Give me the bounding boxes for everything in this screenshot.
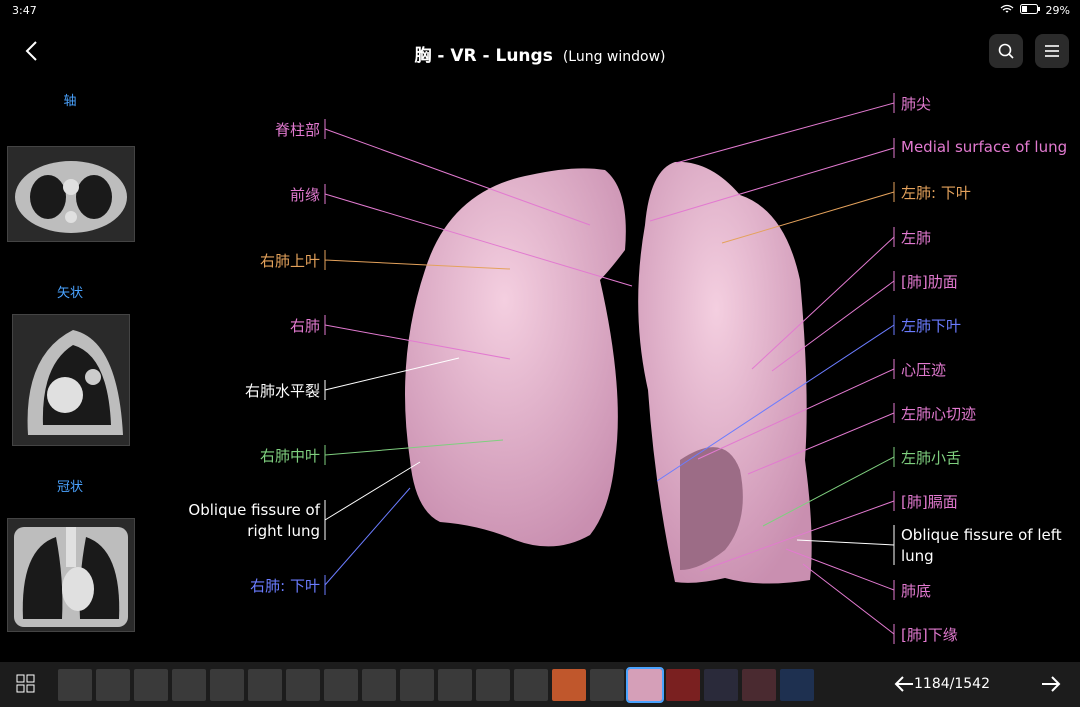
label-apex: 肺尖	[901, 95, 932, 113]
label-left-lower-lobe-b: 左肺下叶	[901, 317, 962, 335]
strip-thumb[interactable]	[780, 669, 814, 701]
sagittal-ct-image	[13, 315, 129, 445]
label-oblique-fissure-right: Oblique fissure of right lung	[188, 501, 320, 540]
arrow-left-icon	[894, 676, 913, 692]
left-lung-shape	[638, 161, 812, 584]
label-right-upper-lobe: 右肺上叶	[259, 252, 320, 270]
label-right-lower-lobe: 右肺: 下叶	[250, 577, 320, 595]
strip-thumb[interactable]	[96, 669, 130, 701]
view-label-axial: 轴	[63, 94, 77, 109]
battery-icon	[1019, 4, 1040, 17]
wifi-icon	[1000, 4, 1014, 17]
label-lingula: 左肺小舌	[901, 449, 962, 467]
grid-button[interactable]	[16, 674, 36, 698]
menu-button[interactable]	[1035, 34, 1069, 68]
label-costal-surface: [肺]肋面	[901, 273, 958, 291]
strip-thumb[interactable]	[476, 669, 510, 701]
label-medial-surface: Medial surface of lung	[901, 138, 1068, 156]
strip-thumb[interactable]	[324, 669, 358, 701]
label-cardiac-impression: 心压迹	[901, 361, 947, 379]
label-base: 肺底	[901, 582, 932, 600]
label-right-lung: 右肺	[289, 317, 320, 335]
strip-thumb[interactable]	[590, 669, 624, 701]
status-bar: 3:47 29%	[0, 0, 1080, 22]
view-label-coronal: 冠状	[56, 480, 83, 495]
strip-thumb[interactable]	[514, 669, 548, 701]
axial-thumbnail[interactable]	[7, 146, 135, 242]
strip-thumb[interactable]	[704, 669, 738, 701]
strip-thumb[interactable]	[248, 669, 282, 701]
menu-icon	[1045, 45, 1059, 57]
label-horizontal-fissure: 右肺水平裂	[244, 382, 320, 400]
title-sub: (Lung window)	[562, 49, 666, 65]
bottom-bar: 1184/1542	[0, 662, 1080, 707]
lung-3d-viewport[interactable]	[330, 130, 890, 610]
strip-thumb[interactable]	[286, 669, 320, 701]
strip-thumb[interactable]	[400, 669, 434, 701]
strip-thumb[interactable]	[134, 669, 168, 701]
strip-thumb[interactable]	[742, 669, 776, 701]
strip-thumb[interactable]	[438, 669, 472, 701]
strip-thumb[interactable]	[552, 669, 586, 701]
strip-thumb-active[interactable]	[626, 667, 664, 703]
thumbnail-strip[interactable]	[58, 667, 868, 703]
arrow-right-icon	[1042, 676, 1061, 692]
page-counter: 1184/1542	[914, 676, 990, 692]
strip-thumb[interactable]	[172, 669, 206, 701]
label-left-lower-lobe-a: 左肺: 下叶	[901, 184, 971, 202]
label-anterior-border: 前缘	[289, 186, 320, 204]
label-left-lung: 左肺	[901, 229, 932, 247]
lung-render	[405, 161, 812, 584]
view-sidebar: 轴 矢状 冠状	[0, 82, 140, 662]
grid-icon	[16, 674, 35, 693]
label-cardiac-notch: 左肺心切迹	[901, 405, 977, 423]
header: 胸 - VR - Lungs (Lung window)	[0, 22, 1080, 82]
coronal-ct-image	[8, 519, 134, 631]
strip-thumb[interactable]	[58, 669, 92, 701]
label-diaphragmatic-surface: [肺]膈面	[901, 493, 958, 511]
right-lung-shape	[405, 168, 626, 547]
strip-thumb[interactable]	[210, 669, 244, 701]
view-label-sagittal: 矢状	[56, 286, 83, 301]
prev-button[interactable]	[893, 673, 915, 699]
strip-thumb[interactable]	[666, 669, 700, 701]
axial-ct-image	[8, 147, 134, 241]
label-inferior-border: [肺]下缘	[901, 626, 958, 644]
search-button[interactable]	[989, 34, 1023, 68]
title-main: 胸 - VR - Lungs	[414, 46, 553, 66]
label-spinal-part: 脊柱部	[274, 121, 320, 139]
clock: 3:47	[12, 4, 37, 17]
sagittal-thumbnail[interactable]	[12, 314, 130, 446]
page-title: 胸 - VR - Lungs (Lung window)	[0, 41, 1080, 66]
strip-thumb[interactable]	[362, 669, 396, 701]
label-oblique-fissure-left: Oblique fissure of left lung	[901, 526, 1062, 565]
battery-level: 29%	[1045, 4, 1070, 17]
search-icon	[998, 43, 1014, 59]
next-button[interactable]	[1040, 673, 1062, 699]
label-right-middle-lobe: 右肺中叶	[259, 447, 320, 465]
coronal-thumbnail[interactable]	[7, 518, 135, 632]
